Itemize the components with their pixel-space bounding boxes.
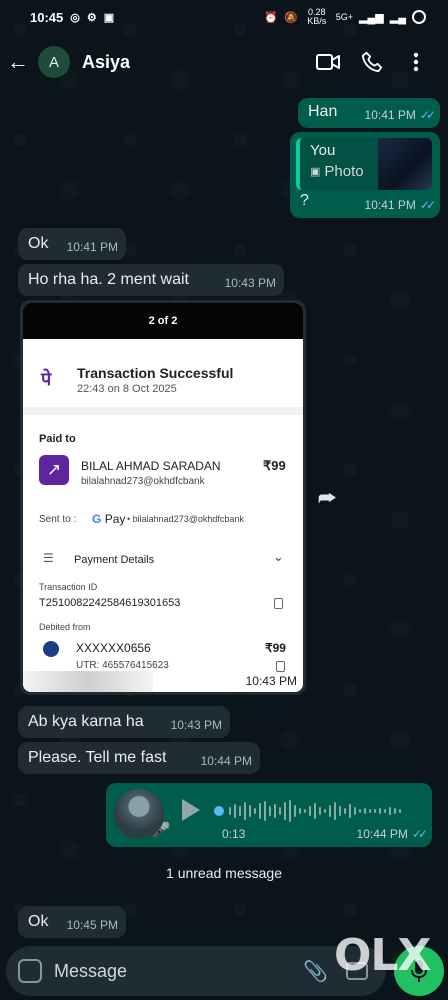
- sent-via: Pay: [104, 512, 126, 526]
- voice-call-button[interactable]: [350, 42, 394, 82]
- message-text: Ok: [28, 235, 49, 252]
- debit-account: XXXXXX0656: [76, 641, 151, 655]
- message-text: Please. Tell me fast: [28, 749, 167, 766]
- microphone-icon: 🎤: [152, 822, 171, 839]
- voice-duration: 0:13: [222, 827, 246, 841]
- message-time: 10:43 PM: [170, 718, 222, 732]
- quoted-author: You: [310, 142, 336, 159]
- message-text: Ok: [28, 913, 49, 930]
- voice-call-icon: [361, 51, 383, 73]
- transaction-id-label: Transaction ID: [39, 582, 98, 592]
- message-time: 10:45 PM: [66, 918, 118, 932]
- receipt-list-icon: ☰: [43, 551, 54, 565]
- payee-name: BILAL AHMAD SARADAN: [81, 459, 221, 473]
- payment-receipt-image[interactable]: 2 of 2 पे Transaction Successful 22:43 o…: [23, 303, 303, 692]
- contact-name[interactable]: Asiya: [82, 52, 306, 73]
- quoted-photo-thumbnail: [378, 138, 432, 190]
- message-time: 10:44 PM: [200, 754, 252, 768]
- google-g-icon: G: [92, 512, 102, 526]
- message-bubble-incoming[interactable]: Please. Tell me fast 10:44 PM: [18, 742, 260, 774]
- back-arrow-icon[interactable]: ←: [6, 49, 30, 75]
- message-time: 10:41 PM: [364, 108, 416, 122]
- read-ticks-icon: ✓✓: [411, 827, 428, 841]
- more-options-button[interactable]: [394, 42, 438, 82]
- play-icon[interactable]: [182, 799, 200, 821]
- quoted-kind: Photo: [324, 163, 364, 180]
- emoji-icon[interactable]: [18, 959, 42, 983]
- message-bubble-outgoing[interactable]: Han 10:41 PM ✓✓: [298, 98, 440, 128]
- video-call-icon: [316, 54, 340, 70]
- message-time: 10:41 PM: [364, 198, 416, 212]
- message-bubble-incoming[interactable]: Ok 10:45 PM: [18, 906, 126, 938]
- message-text: Han: [308, 103, 338, 120]
- phonepe-logo-icon: पे: [41, 369, 52, 389]
- page-indicator: 2 of 2: [23, 303, 303, 339]
- message-text: ?: [300, 192, 309, 209]
- transaction-status-title: Transaction Successful: [77, 365, 234, 381]
- playback-position-dot[interactable]: [214, 806, 224, 816]
- attach-icon[interactable]: 📎: [303, 959, 328, 984]
- paid-amount: ₹99: [263, 458, 286, 473]
- debit-amount: ₹99: [265, 641, 286, 655]
- battery-icon: [412, 10, 426, 24]
- status-bar: 10:45 ◎ ⚙ ▣ ⏰ 🔕 0.28 KB/s 5G+ ▂▄▆ ▂▄: [0, 0, 448, 34]
- message-bubble-outgoing-reply[interactable]: You ▣ Photo ? 10:41 PM ✓✓: [290, 132, 440, 218]
- message-time: 10:41 PM: [66, 240, 118, 254]
- sent-to-label: Sent to :: [39, 514, 77, 525]
- payee-upi: bilalahnad273@okhdfcbank: [81, 476, 205, 487]
- unread-banner: 1 unread message: [166, 865, 282, 881]
- transaction-id: T2510082242584619301653: [39, 597, 181, 609]
- message-bubble-incoming[interactable]: Ok 10:41 PM: [18, 228, 126, 260]
- payee-arrow-icon: ↗: [39, 455, 69, 485]
- chat-header: ← A Asiya: [0, 34, 448, 90]
- voice-waveform[interactable]: [214, 797, 414, 825]
- message-time: 10:44 PM: [356, 827, 408, 841]
- message-time: 10:43 PM: [224, 276, 276, 290]
- network-speed: 0.28 KB/s: [307, 7, 327, 26]
- bank-logo-icon: [43, 641, 59, 657]
- status-time: 10:45: [30, 9, 64, 25]
- blurred-region: [23, 671, 153, 692]
- message-bubble-incoming[interactable]: Ab kya karna ha 10:43 PM: [18, 706, 230, 738]
- voice-message[interactable]: 🎤 0:13 10:44 PM ✓✓: [106, 783, 432, 847]
- chevron-down-icon: ⌄: [273, 549, 284, 564]
- read-ticks-icon: ✓✓: [419, 108, 436, 122]
- more-options-icon: [413, 52, 419, 72]
- paid-to-label: Paid to: [39, 433, 76, 445]
- sent-upi: • bilalahnad273@okhdfcbank: [127, 514, 244, 524]
- alarm-icon: ⏰: [264, 11, 279, 24]
- forward-icon[interactable]: ⮫: [318, 488, 346, 512]
- message-composer[interactable]: Message 📎: [6, 946, 386, 996]
- whatsapp-notification-icon: ◎: [70, 11, 80, 24]
- message-text: Ho rha ha. 2 ment wait: [28, 271, 189, 288]
- message-time: 10:43 PM: [245, 674, 297, 688]
- transaction-status-time: 22:43 on 8 Oct 2025: [77, 383, 177, 395]
- quoted-message[interactable]: You ▣ Photo: [296, 138, 432, 190]
- message-text: Ab kya karna ha: [28, 713, 144, 730]
- transaction-status-card: पे Transaction Successful 22:43 on 8 Oct…: [23, 339, 303, 415]
- video-call-button[interactable]: [306, 42, 350, 82]
- payment-details-label: Payment Details: [74, 554, 155, 566]
- utr-number: UTR: 465576415623: [76, 660, 169, 671]
- message-input[interactable]: Message: [54, 961, 303, 982]
- copy-icon: [276, 661, 285, 672]
- network-type: 5G+: [335, 12, 354, 22]
- image-message[interactable]: 2 of 2 पे Transaction Successful 22:43 o…: [20, 300, 306, 695]
- photo-icon: ▣: [310, 166, 321, 178]
- message-bubble-incoming[interactable]: Ho rha ha. 2 ment wait 10:43 PM: [18, 264, 284, 296]
- signal-icon: ▂▄▆: [359, 11, 384, 24]
- olx-watermark: OLX: [334, 930, 431, 981]
- instagram-notification-icon: ▣: [103, 11, 115, 24]
- debited-from-label: Debited from: [39, 622, 91, 632]
- settings-notification-icon: ⚙: [86, 11, 97, 24]
- avatar[interactable]: A: [38, 46, 70, 78]
- read-ticks-icon: ✓✓: [419, 198, 436, 212]
- mute-icon: 🔕: [284, 11, 298, 24]
- copy-icon: [274, 598, 283, 609]
- gpay-logo: G Pay: [92, 512, 125, 526]
- signal-2-icon: ▂▄: [389, 11, 406, 24]
